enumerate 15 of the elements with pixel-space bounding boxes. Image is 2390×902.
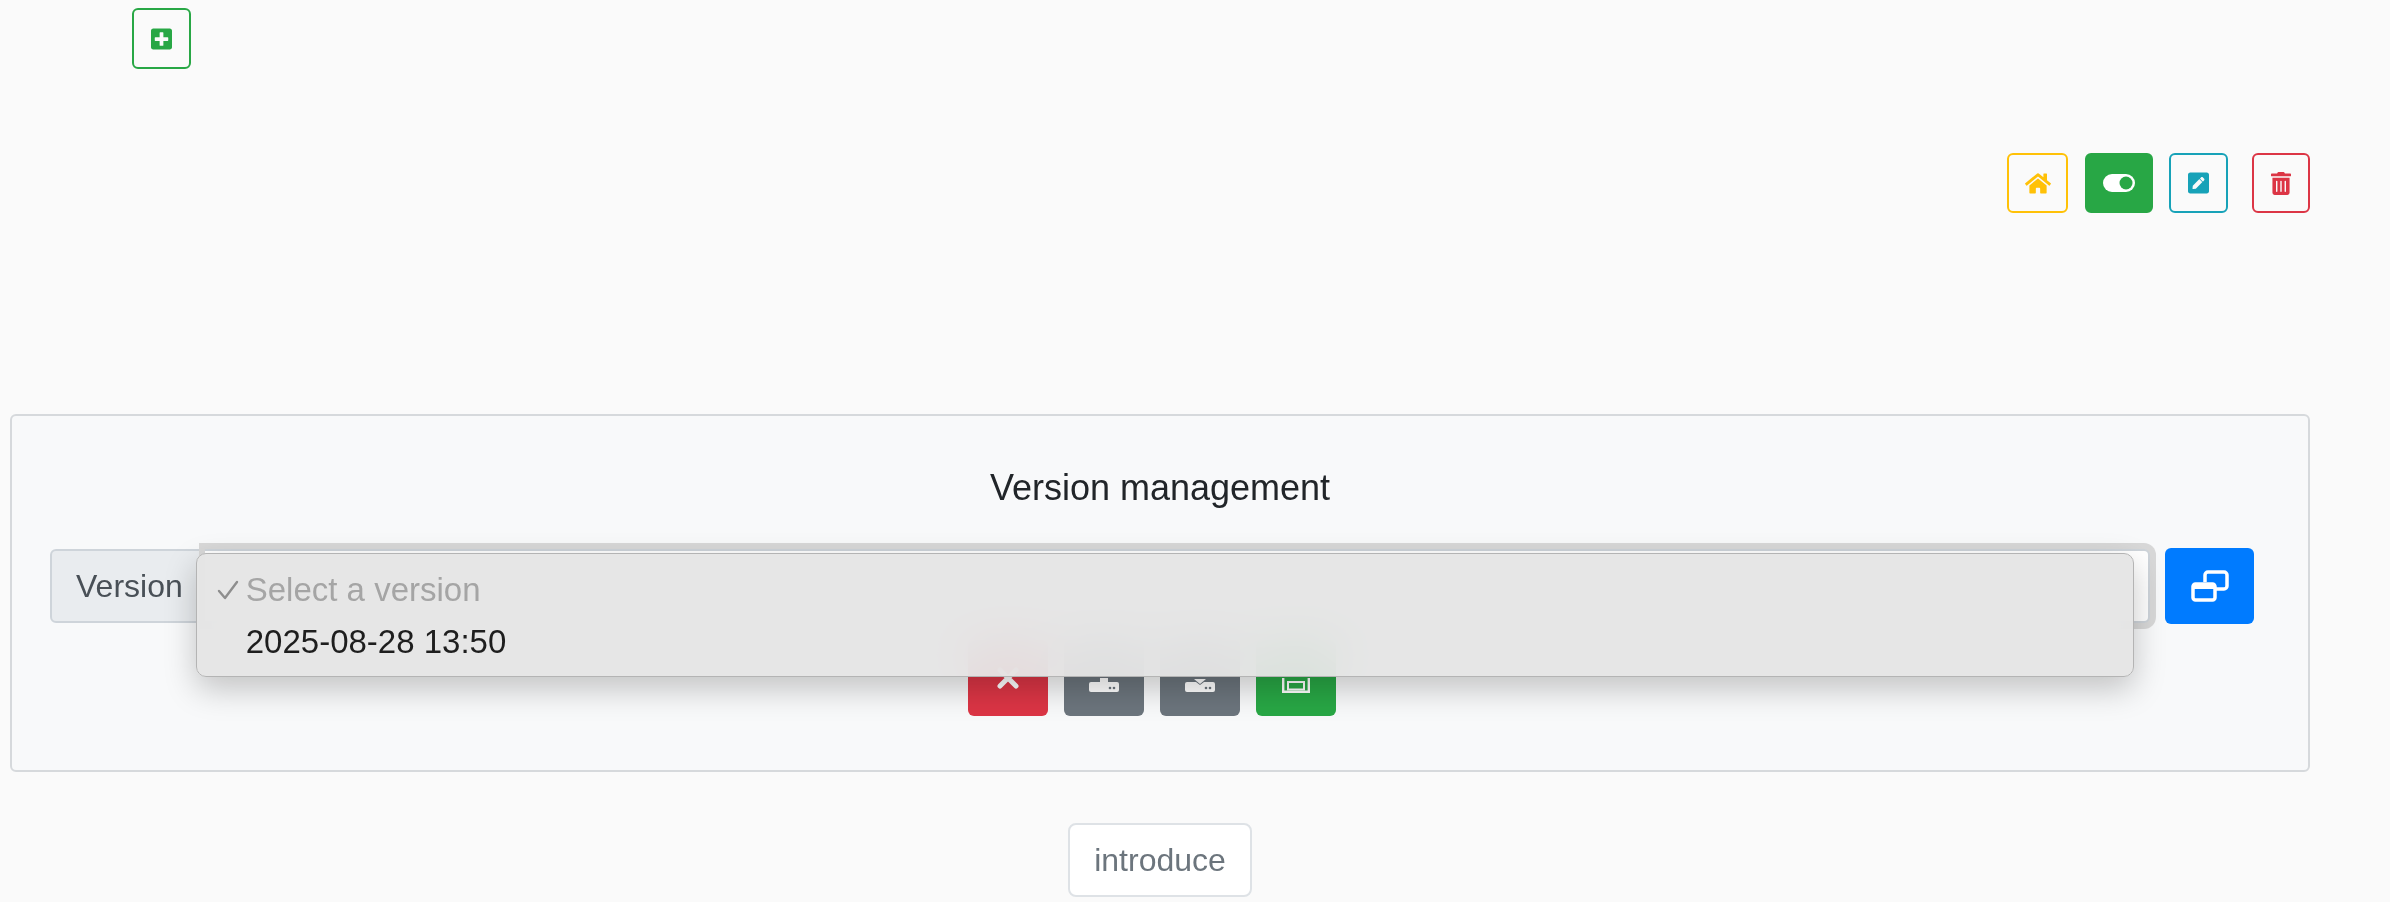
- add-button[interactable]: [132, 8, 191, 69]
- pencil-icon: [2188, 171, 2209, 195]
- overlapping-squares-icon: [2190, 570, 2229, 602]
- edit-button[interactable]: [2169, 153, 2228, 213]
- save-icon: [1282, 678, 1310, 693]
- upload-icon: [1089, 678, 1119, 692]
- introduce-button[interactable]: introduce: [1068, 823, 1252, 897]
- delete-button[interactable]: [2252, 153, 2310, 213]
- clone-button[interactable]: [2165, 548, 2254, 624]
- plus-icon: [151, 26, 172, 51]
- home-icon: [2024, 171, 2051, 195]
- panel-title: Version management: [989, 466, 1331, 510]
- download-icon: [1185, 679, 1215, 692]
- toggle-button[interactable]: [2085, 153, 2153, 213]
- trash-icon: [2271, 171, 2291, 195]
